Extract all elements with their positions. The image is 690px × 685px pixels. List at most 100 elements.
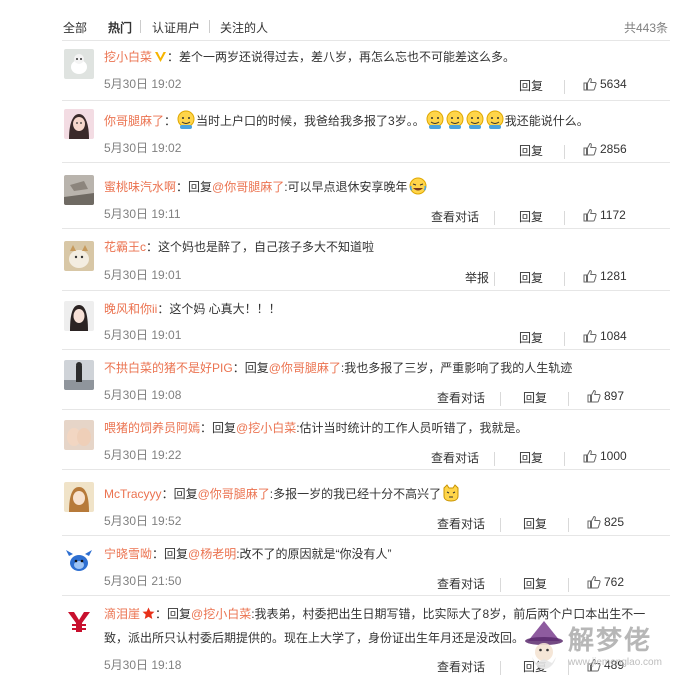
laugh-cry-emoji-icon: [409, 177, 427, 195]
reply-button[interactable]: 回复: [523, 575, 547, 592]
avatar[interactable]: [64, 420, 94, 450]
view-conversation-button[interactable]: 查看对话: [437, 658, 485, 675]
tab-divider: [140, 20, 141, 33]
like-count: 1000: [600, 448, 627, 463]
reply-button[interactable]: 回复: [519, 269, 543, 286]
comment-time: 5月30日 19:02: [104, 77, 182, 91]
action-divider: [568, 578, 569, 592]
thumbs-up-icon: [583, 77, 597, 91]
tab-divider: [209, 20, 210, 33]
action-divider: [564, 452, 565, 466]
mention-link[interactable]: @你哥腿麻了: [212, 180, 284, 194]
like-button[interactable]: 762: [587, 574, 624, 589]
wizard-logo-icon: [525, 621, 563, 669]
comment-time: 5月30日 19:11: [104, 207, 181, 221]
like-button[interactable]: 897: [587, 388, 624, 403]
comment-actions: 查看对话 回复 897: [437, 388, 660, 409]
comment-text: 喂猪的饲养员阿嫣：回复@挖小白菜:估计当时统计的工作人员听错了，我就是。: [104, 421, 528, 435]
action-divider: [500, 518, 501, 532]
doge-emoji-icon: [446, 110, 464, 129]
reply-button[interactable]: 回复: [519, 142, 543, 159]
avatar[interactable]: [64, 606, 94, 636]
reply-button[interactable]: 回复: [523, 389, 547, 406]
comment-text: 宁晓雪呦：回复@杨老明:改不了的原因就是“你没有人”: [104, 547, 392, 561]
thumbs-up-icon: [583, 208, 597, 222]
comment-actions: 查看对话 回复 762: [437, 574, 660, 595]
like-button[interactable]: 1000: [583, 448, 627, 463]
mention-link[interactable]: @挖小白菜: [191, 607, 251, 621]
tab-following[interactable]: 关注的人: [220, 19, 268, 36]
avatar[interactable]: [64, 241, 94, 271]
avatar[interactable]: [64, 49, 94, 79]
comment-actions: 回复 5634: [460, 77, 660, 97]
username-link[interactable]: 花霸王c: [104, 240, 146, 254]
comment-time: 5月30日 19:01: [104, 268, 182, 282]
reply-button[interactable]: 回复: [519, 329, 543, 346]
mention-link[interactable]: @挖小白菜: [236, 421, 296, 435]
comment-item: 花霸王c：这个妈也是醉了，自己孩子多大不知道啦 5月30日 19:01 举报 回…: [62, 228, 670, 290]
watermark-url: www.jiemenglao.com: [568, 657, 662, 668]
comment-time: 5月30日 19:18: [104, 658, 182, 672]
comment-item: 不拱白菜的猪不是好PIG：回复@你哥腿麻了:我也多报了三岁，严重影响了我的人生轨…: [62, 349, 670, 409]
avatar[interactable]: [64, 482, 94, 512]
reply-button[interactable]: 回复: [519, 449, 543, 466]
report-button[interactable]: 举报: [465, 269, 489, 286]
verified-badge-icon: [155, 52, 167, 62]
avatar[interactable]: [64, 360, 94, 390]
like-button[interactable]: 2856: [583, 141, 627, 156]
like-button[interactable]: 825: [587, 514, 624, 529]
comment-text: 挖小白菜 ：差个一两岁还说得过去，差八岁，再怎么忘也不可能差这么多。: [104, 50, 516, 64]
action-divider: [564, 272, 565, 286]
username-link[interactable]: McTracyyy: [104, 487, 162, 501]
like-button[interactable]: 1084: [583, 328, 627, 343]
avatar[interactable]: [64, 175, 94, 205]
doge-emoji-icon: [486, 110, 504, 129]
view-conversation-button[interactable]: 查看对话: [437, 389, 485, 406]
site-watermark: 解梦佬 www.jiemenglao.com: [520, 615, 690, 685]
comment-item: 蜜桃味汽水啊：回复@你哥腿麻了:可以早点退休安享晚年 5月30日 19:11 查…: [62, 162, 670, 228]
like-count: 1172: [600, 207, 626, 222]
action-divider: [568, 518, 569, 532]
avatar[interactable]: [64, 301, 94, 331]
reply-button[interactable]: 回复: [519, 77, 543, 94]
reply-button[interactable]: 回复: [519, 208, 543, 225]
comment-item: 喂猪的饲养员阿嫣：回复@挖小白菜:估计当时统计的工作人员听错了，我就是。 5月3…: [62, 409, 670, 469]
username-link[interactable]: 滴泪崖: [104, 607, 140, 621]
tab-hot[interactable]: 热门: [108, 19, 132, 36]
username-link[interactable]: 喂猪的饲养员阿嫣: [104, 421, 200, 435]
mention-link[interactable]: @你哥腿麻了: [198, 487, 270, 501]
doge-emoji-icon: [426, 110, 444, 129]
username-link[interactable]: 蜜桃味汽水啊: [104, 180, 176, 194]
like-count: 1084: [600, 328, 627, 343]
action-divider: [564, 145, 565, 159]
tab-verified-users[interactable]: 认证用户: [152, 19, 200, 36]
mention-link[interactable]: @你哥腿麻了: [269, 361, 341, 375]
mention-link[interactable]: @杨老明: [188, 547, 236, 561]
view-conversation-button[interactable]: 查看对话: [431, 208, 479, 225]
comment-time: 5月30日 19:08: [104, 388, 182, 402]
tab-all[interactable]: 全部: [63, 19, 87, 36]
doge-emoji-icon: [466, 110, 484, 129]
view-conversation-button[interactable]: 查看对话: [437, 515, 485, 532]
comment-text: 晚风和你ii：这个妈 心真大！！！: [104, 302, 281, 316]
action-divider: [500, 578, 501, 592]
username-link[interactable]: 你哥腿麻了: [104, 114, 164, 128]
username-link[interactable]: 宁晓雪呦: [104, 547, 152, 561]
comment-actions: 回复 1084: [460, 329, 660, 349]
avatar[interactable]: [64, 546, 94, 576]
comment-filter-tabs: 全部 热门 认证用户 关注的人 共443条: [0, 0, 690, 40]
view-conversation-button[interactable]: 查看对话: [431, 449, 479, 466]
view-conversation-button[interactable]: 查看对话: [437, 575, 485, 592]
like-button[interactable]: 1172: [583, 207, 626, 222]
comment-text: McTracyyy：回复@你哥腿麻了:多报一岁的我已经十分不高兴了: [104, 482, 670, 506]
like-button[interactable]: 5634: [583, 76, 627, 91]
comment-text: 不拱白菜的猪不是好PIG：回复@你哥腿麻了:我也多报了三岁，严重影响了我的人生轨…: [104, 361, 573, 375]
username-link[interactable]: 不拱白菜的猪不是好PIG: [104, 361, 233, 375]
username-link[interactable]: 挖小白菜: [104, 50, 152, 64]
like-button[interactable]: 1281: [583, 268, 627, 283]
username-link[interactable]: 晚风和你ii: [104, 302, 157, 316]
watermark-text: 解梦佬: [568, 625, 653, 655]
avatar[interactable]: [64, 109, 94, 139]
like-count: 897: [604, 388, 625, 403]
reply-button[interactable]: 回复: [523, 515, 547, 532]
